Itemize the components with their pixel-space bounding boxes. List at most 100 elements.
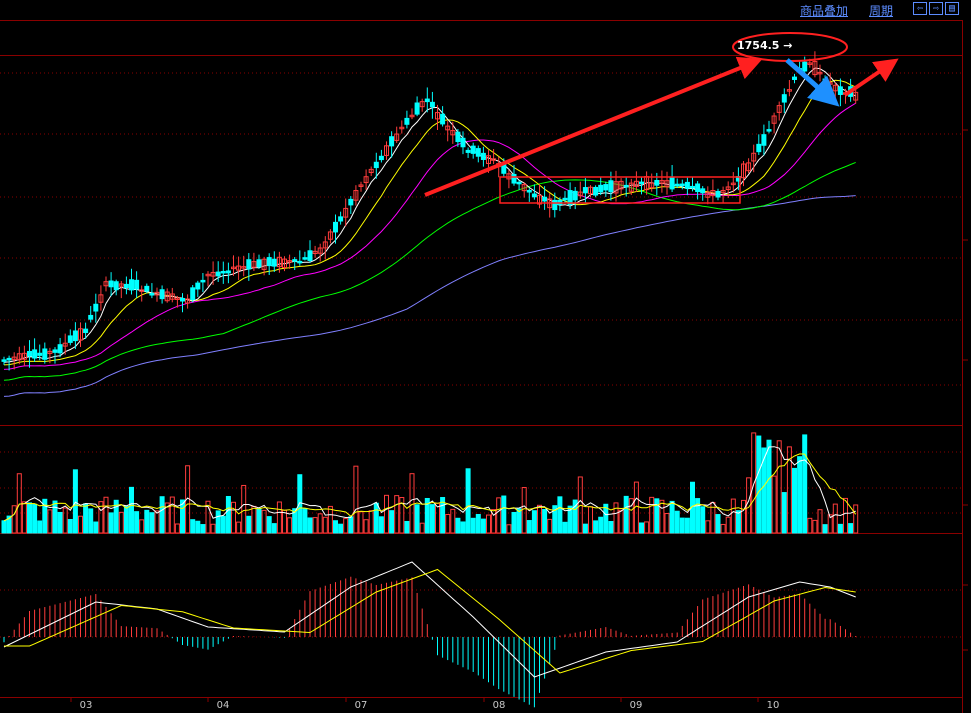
candle-body-43 bbox=[220, 270, 226, 274]
x-tick-label-08: 08 bbox=[493, 700, 506, 711]
volume-bar-166 bbox=[848, 523, 854, 534]
candle-body-135 bbox=[690, 185, 695, 189]
volume-bar-2 bbox=[11, 505, 17, 534]
volume-bar-115 bbox=[588, 506, 593, 534]
volume-bar-70 bbox=[358, 511, 364, 534]
volume-bar-49 bbox=[251, 505, 257, 534]
volume-bar-80 bbox=[409, 473, 415, 534]
candle-body-8 bbox=[42, 348, 48, 360]
candle-body-14 bbox=[72, 330, 78, 342]
volume-bar-12 bbox=[62, 507, 68, 534]
candle-body-25 bbox=[129, 279, 134, 291]
volume-bar-52 bbox=[266, 516, 272, 534]
volume-bar-90 bbox=[460, 521, 466, 534]
volume-bar-59 bbox=[302, 508, 308, 534]
overlay-commodity-link[interactable]: 商品叠加 bbox=[800, 2, 848, 19]
volume-bar-119 bbox=[608, 521, 614, 534]
volume-bar-48 bbox=[246, 515, 252, 534]
volume-bar-51 bbox=[261, 509, 267, 534]
arrow-left-icon[interactable]: ⇦ bbox=[913, 2, 927, 15]
candle-body-29 bbox=[149, 293, 155, 296]
volume-bar-34 bbox=[174, 523, 180, 534]
volume-bar-26 bbox=[134, 511, 140, 534]
candle-body-149 bbox=[761, 134, 767, 146]
candle-body-13 bbox=[67, 335, 73, 343]
candle-body-52 bbox=[266, 257, 272, 267]
volume-bar-53 bbox=[271, 523, 277, 534]
candle-body-74 bbox=[378, 155, 384, 161]
volume-bar-24 bbox=[123, 505, 129, 534]
candle-body-42 bbox=[215, 271, 221, 277]
candle-body-93 bbox=[475, 148, 481, 157]
volume-bar-33 bbox=[169, 496, 175, 534]
arrow-right-icon[interactable]: ⇨ bbox=[929, 2, 943, 15]
volume-bar-76 bbox=[389, 510, 395, 534]
volume-bar-103 bbox=[526, 520, 532, 534]
volume-bar-117 bbox=[598, 516, 604, 534]
volume-bar-58 bbox=[297, 474, 303, 534]
candle-body-164 bbox=[837, 86, 843, 95]
candle-body-106 bbox=[542, 196, 548, 202]
volume-bar-64 bbox=[327, 505, 333, 534]
volume-bar-13 bbox=[67, 519, 73, 534]
volume-bar-132 bbox=[674, 510, 680, 534]
candle-body-132 bbox=[674, 183, 680, 187]
volume-bar-20 bbox=[103, 496, 109, 534]
period-link[interactable]: 周期 bbox=[869, 2, 893, 19]
candle-body-84 bbox=[429, 101, 435, 108]
volume-bar-116 bbox=[593, 520, 599, 534]
volume-bar-85 bbox=[435, 502, 440, 534]
volume-bar-114 bbox=[582, 523, 588, 534]
volume-bar-125 bbox=[639, 522, 644, 534]
candle-body-136 bbox=[695, 183, 701, 193]
volume-bar-140 bbox=[715, 514, 721, 534]
candle-body-44 bbox=[225, 270, 231, 274]
volume-bar-163 bbox=[832, 503, 838, 534]
volume-bar-93 bbox=[475, 513, 481, 534]
volume-bar-3 bbox=[16, 473, 22, 534]
x-tick-label-04: 04 bbox=[217, 700, 230, 711]
candle-body-137 bbox=[700, 188, 706, 194]
volume-bar-104 bbox=[531, 510, 537, 534]
volume-bar-29 bbox=[149, 512, 155, 534]
peak-price-label: 1754.5 → bbox=[737, 39, 793, 52]
panel-toggle-icon[interactable]: ▤ bbox=[945, 2, 959, 15]
volume-bar-127 bbox=[649, 496, 655, 534]
volume-bar-144 bbox=[735, 510, 741, 534]
volume-bar-131 bbox=[669, 500, 675, 534]
candlestick-chart[interactable]: 03 04 07 08 09 10 1754.5 → bbox=[0, 0, 971, 713]
volume-bar-74 bbox=[378, 516, 384, 534]
volume-bar-87 bbox=[445, 514, 451, 534]
candle-body-7 bbox=[37, 352, 43, 356]
candle-body-48 bbox=[246, 259, 252, 270]
candle-body-10 bbox=[52, 349, 58, 353]
candle-body-17 bbox=[88, 314, 94, 320]
candle-body-150 bbox=[766, 129, 772, 132]
volume-bar-4 bbox=[21, 501, 27, 534]
stock-chart-window: 03 04 07 08 09 10 1754.5 → 商品叠加 周期 ⇦ ⇨ ▤ bbox=[0, 0, 971, 713]
candle-body-73 bbox=[373, 161, 379, 169]
volume-bar-81 bbox=[414, 504, 420, 534]
candle-body-76 bbox=[389, 136, 395, 147]
candle-body-128 bbox=[654, 180, 660, 186]
candle-body-39 bbox=[200, 279, 206, 283]
volume-bar-107 bbox=[547, 518, 553, 534]
volume-bar-151 bbox=[771, 475, 777, 534]
candle-body-24 bbox=[123, 283, 129, 289]
candle-body-65 bbox=[333, 221, 338, 233]
candle-body-131 bbox=[669, 176, 675, 190]
volume-bar-148 bbox=[756, 435, 762, 534]
volume-bar-143 bbox=[730, 498, 736, 534]
candle-body-112 bbox=[572, 190, 578, 201]
candle-body-81 bbox=[414, 102, 420, 115]
moving-average-ma10 bbox=[3, 79, 856, 366]
candle-body-134 bbox=[684, 181, 690, 189]
volume-bar-0 bbox=[1, 520, 7, 534]
volume-bar-27 bbox=[139, 519, 145, 534]
candle-body-108 bbox=[552, 199, 558, 211]
volume-bar-72 bbox=[368, 510, 374, 534]
volume-bar-100 bbox=[511, 511, 517, 534]
volume-bar-122 bbox=[623, 495, 629, 534]
volume-bar-47 bbox=[241, 484, 247, 534]
volume-bar-110 bbox=[562, 521, 568, 534]
